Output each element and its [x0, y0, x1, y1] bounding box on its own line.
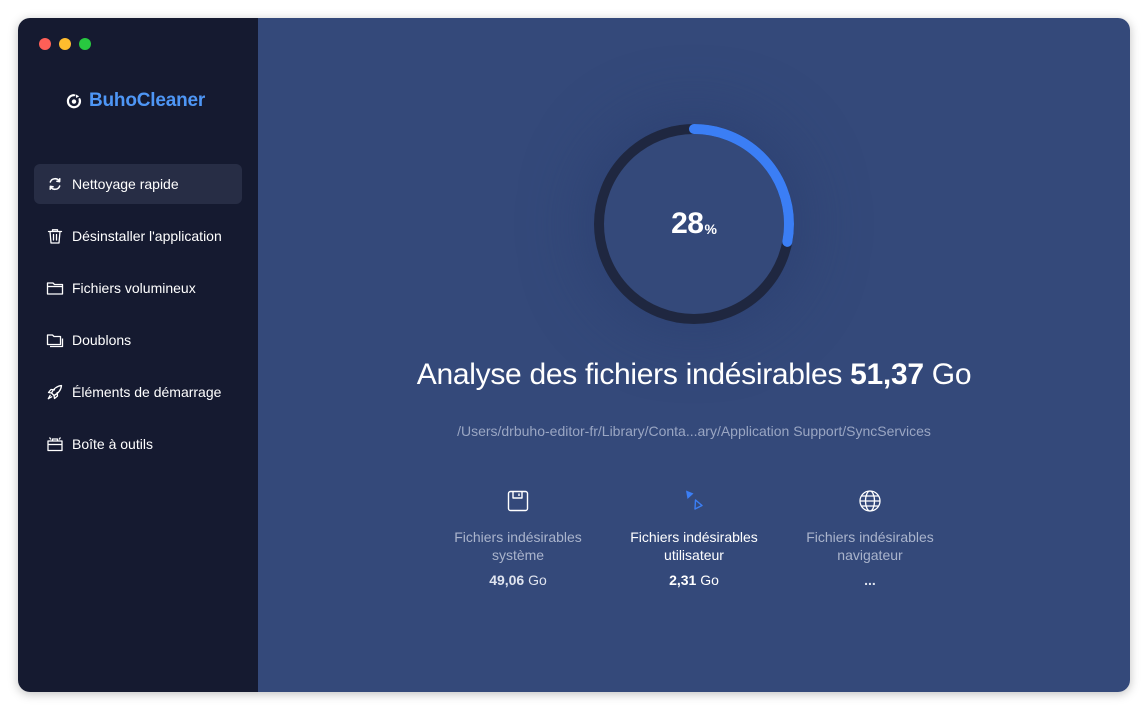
headline-size-unit: Go	[931, 358, 972, 391]
brand: BuhoCleaner	[66, 90, 205, 112]
category-size: ...	[864, 572, 876, 588]
sidebar-item-nettoyage-rapide[interactable]: Nettoyage rapide	[34, 164, 242, 204]
headline-size-value: 51,37	[850, 358, 924, 391]
sidebar-item-label: Boîte à outils	[72, 436, 153, 452]
headline-text: Analyse des fichiers indésirables	[416, 358, 843, 391]
rocket-icon	[46, 383, 64, 401]
scan-headline: Analyse des fichiers indésirables 51,37 …	[258, 358, 1130, 392]
percent-value: 28	[671, 207, 704, 240]
sidebar-item-label: Désinstaller l'application	[72, 228, 222, 244]
category-browser-junk: Fichiers indésirables navigateur ...	[790, 488, 950, 588]
app-window: BuhoCleaner Nettoyage rapide Désinstalle…	[18, 18, 1130, 692]
category-label: Fichiers indésirables utilisateur	[630, 529, 758, 563]
progress-percent: 28 %	[594, 124, 794, 324]
sidebar-item-label: Éléments de démarrage	[72, 384, 222, 400]
sidebar-item-boite-outils[interactable]: Boîte à outils	[34, 424, 242, 464]
refresh-icon	[46, 175, 64, 193]
scan-progress-ring: 28 %	[594, 124, 794, 324]
category-label: Fichiers indésirables navigateur	[806, 529, 934, 563]
toolbox-icon	[46, 435, 64, 453]
sidebar-item-label: Doublons	[72, 332, 132, 348]
minimize-window-button[interactable]	[59, 38, 71, 50]
maximize-window-button[interactable]	[79, 38, 91, 50]
sidebar-item-label: Nettoyage rapide	[72, 176, 179, 192]
folder-icon	[46, 279, 64, 297]
sidebar-item-doublons[interactable]: Doublons	[34, 320, 242, 360]
close-window-button[interactable]	[39, 38, 51, 50]
user-junk-icon	[686, 490, 703, 510]
sidebar-nav: Nettoyage rapide Désinstaller l'applicat…	[34, 164, 242, 476]
disk-icon	[507, 490, 529, 512]
percent-unit: %	[704, 221, 717, 237]
app-name: BuhoCleaner	[89, 90, 206, 111]
sidebar-item-label: Fichiers volumineux	[72, 280, 196, 296]
sidebar: BuhoCleaner Nettoyage rapide Désinstalle…	[18, 18, 258, 692]
duplicate-folder-icon	[46, 331, 64, 349]
sidebar-item-fichiers-volumineux[interactable]: Fichiers volumineux	[34, 268, 242, 308]
category-user-junk: Fichiers indésirables utilisateur 2,31 G…	[614, 488, 774, 588]
main-panel: 28 % Analyse des fichiers indésirables 5…	[258, 18, 1130, 692]
window-controls	[39, 38, 91, 50]
category-size: 49,06 Go	[489, 572, 547, 588]
category-system-junk: Fichiers indésirables système 49,06 Go	[438, 488, 598, 588]
category-size: 2,31 Go	[669, 572, 719, 588]
category-label: Fichiers indésirables système	[454, 529, 582, 563]
globe-icon	[859, 490, 881, 512]
sidebar-item-elements-demarrage[interactable]: Éléments de démarrage	[34, 372, 242, 412]
current-scan-path: /Users/drbuho-editor-fr/Library/Conta...…	[457, 423, 931, 439]
buho-logo-icon	[66, 94, 82, 109]
trash-icon	[46, 227, 64, 245]
sidebar-item-desinstaller[interactable]: Désinstaller l'application	[34, 216, 242, 256]
